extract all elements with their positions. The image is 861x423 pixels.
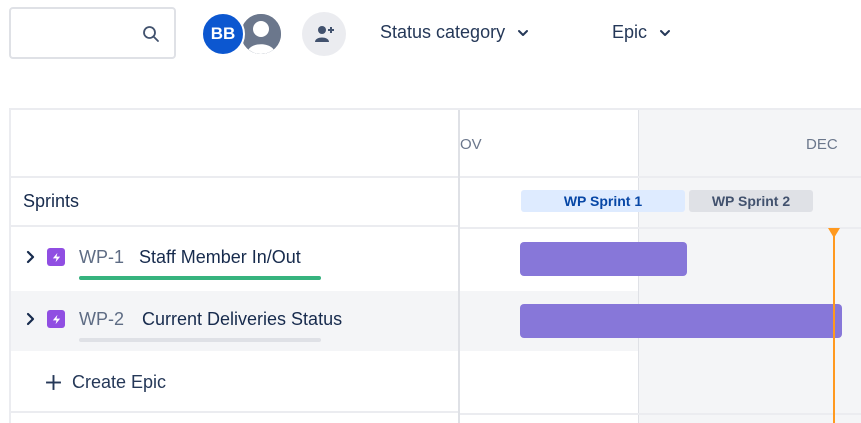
header-divider [460, 176, 861, 178]
epic-progress-fill [79, 276, 321, 280]
avatar-user[interactable] [239, 12, 283, 56]
month-label: OV [460, 136, 482, 153]
epic-key[interactable]: WP-1 [79, 247, 124, 268]
filter-label: Epic [612, 22, 648, 42]
filter-label: Status category [380, 22, 506, 42]
chevron-down-icon [660, 29, 671, 36]
epic-title[interactable]: Current Deliveries Status [142, 309, 342, 330]
epic-title[interactable]: Staff Member In/Out [139, 247, 301, 268]
sprint-chip[interactable]: WP Sprint 2 [689, 190, 813, 212]
epic-row[interactable]: WP-1 Staff Member In/Out [11, 229, 458, 289]
search-field[interactable] [19, 19, 133, 49]
sprint-row-divider [460, 227, 861, 229]
chevron-down-icon [518, 29, 529, 36]
month-label: DEC [806, 136, 838, 153]
chevron-right-icon[interactable] [26, 312, 36, 326]
today-line [833, 232, 835, 423]
list-header [11, 110, 458, 178]
create-row-divider [460, 413, 861, 415]
timeline-board: Sprints WP-1 Staff Member In/Out WP-2 Cu… [9, 108, 861, 423]
epic-bar[interactable] [520, 242, 687, 276]
sprint-chip[interactable]: WP Sprint 1 [521, 190, 685, 212]
sprints-row-label: Sprints [11, 178, 458, 227]
epic-key[interactable]: WP-2 [79, 309, 124, 330]
plus-icon [46, 374, 61, 390]
sprint-label: WP Sprint 2 [711, 193, 791, 209]
epic-bar[interactable] [520, 304, 842, 338]
epic-progress-bar [79, 276, 321, 280]
add-user-icon [315, 26, 334, 42]
status-category-filter[interactable]: Status category [380, 22, 529, 43]
epic-icon [47, 248, 65, 266]
epic-list-pane: Sprints WP-1 Staff Member In/Out WP-2 Cu… [11, 110, 460, 423]
avatar-initials: BB [210, 24, 236, 43]
create-epic-label: Create Epic [72, 371, 167, 392]
chevron-right-icon[interactable] [26, 250, 36, 264]
add-people-button[interactable] [302, 12, 346, 56]
user-icon [241, 14, 281, 54]
epic-icon [47, 310, 65, 328]
sprint-label: WP Sprint 1 [563, 193, 643, 209]
epic-progress-bar [79, 338, 321, 342]
epic-row[interactable]: WP-2 Current Deliveries Status [11, 291, 458, 351]
timeline-pane[interactable]: OV DEC WP Sprint 1 WP Sprint 2 [460, 110, 861, 423]
today-marker [828, 228, 840, 238]
epic-filter[interactable]: Epic [612, 22, 671, 43]
create-epic-button[interactable]: Create Epic [11, 353, 458, 413]
avatar-bb[interactable]: BB [201, 12, 245, 56]
search-icon [143, 26, 159, 42]
search-input[interactable] [9, 7, 176, 59]
